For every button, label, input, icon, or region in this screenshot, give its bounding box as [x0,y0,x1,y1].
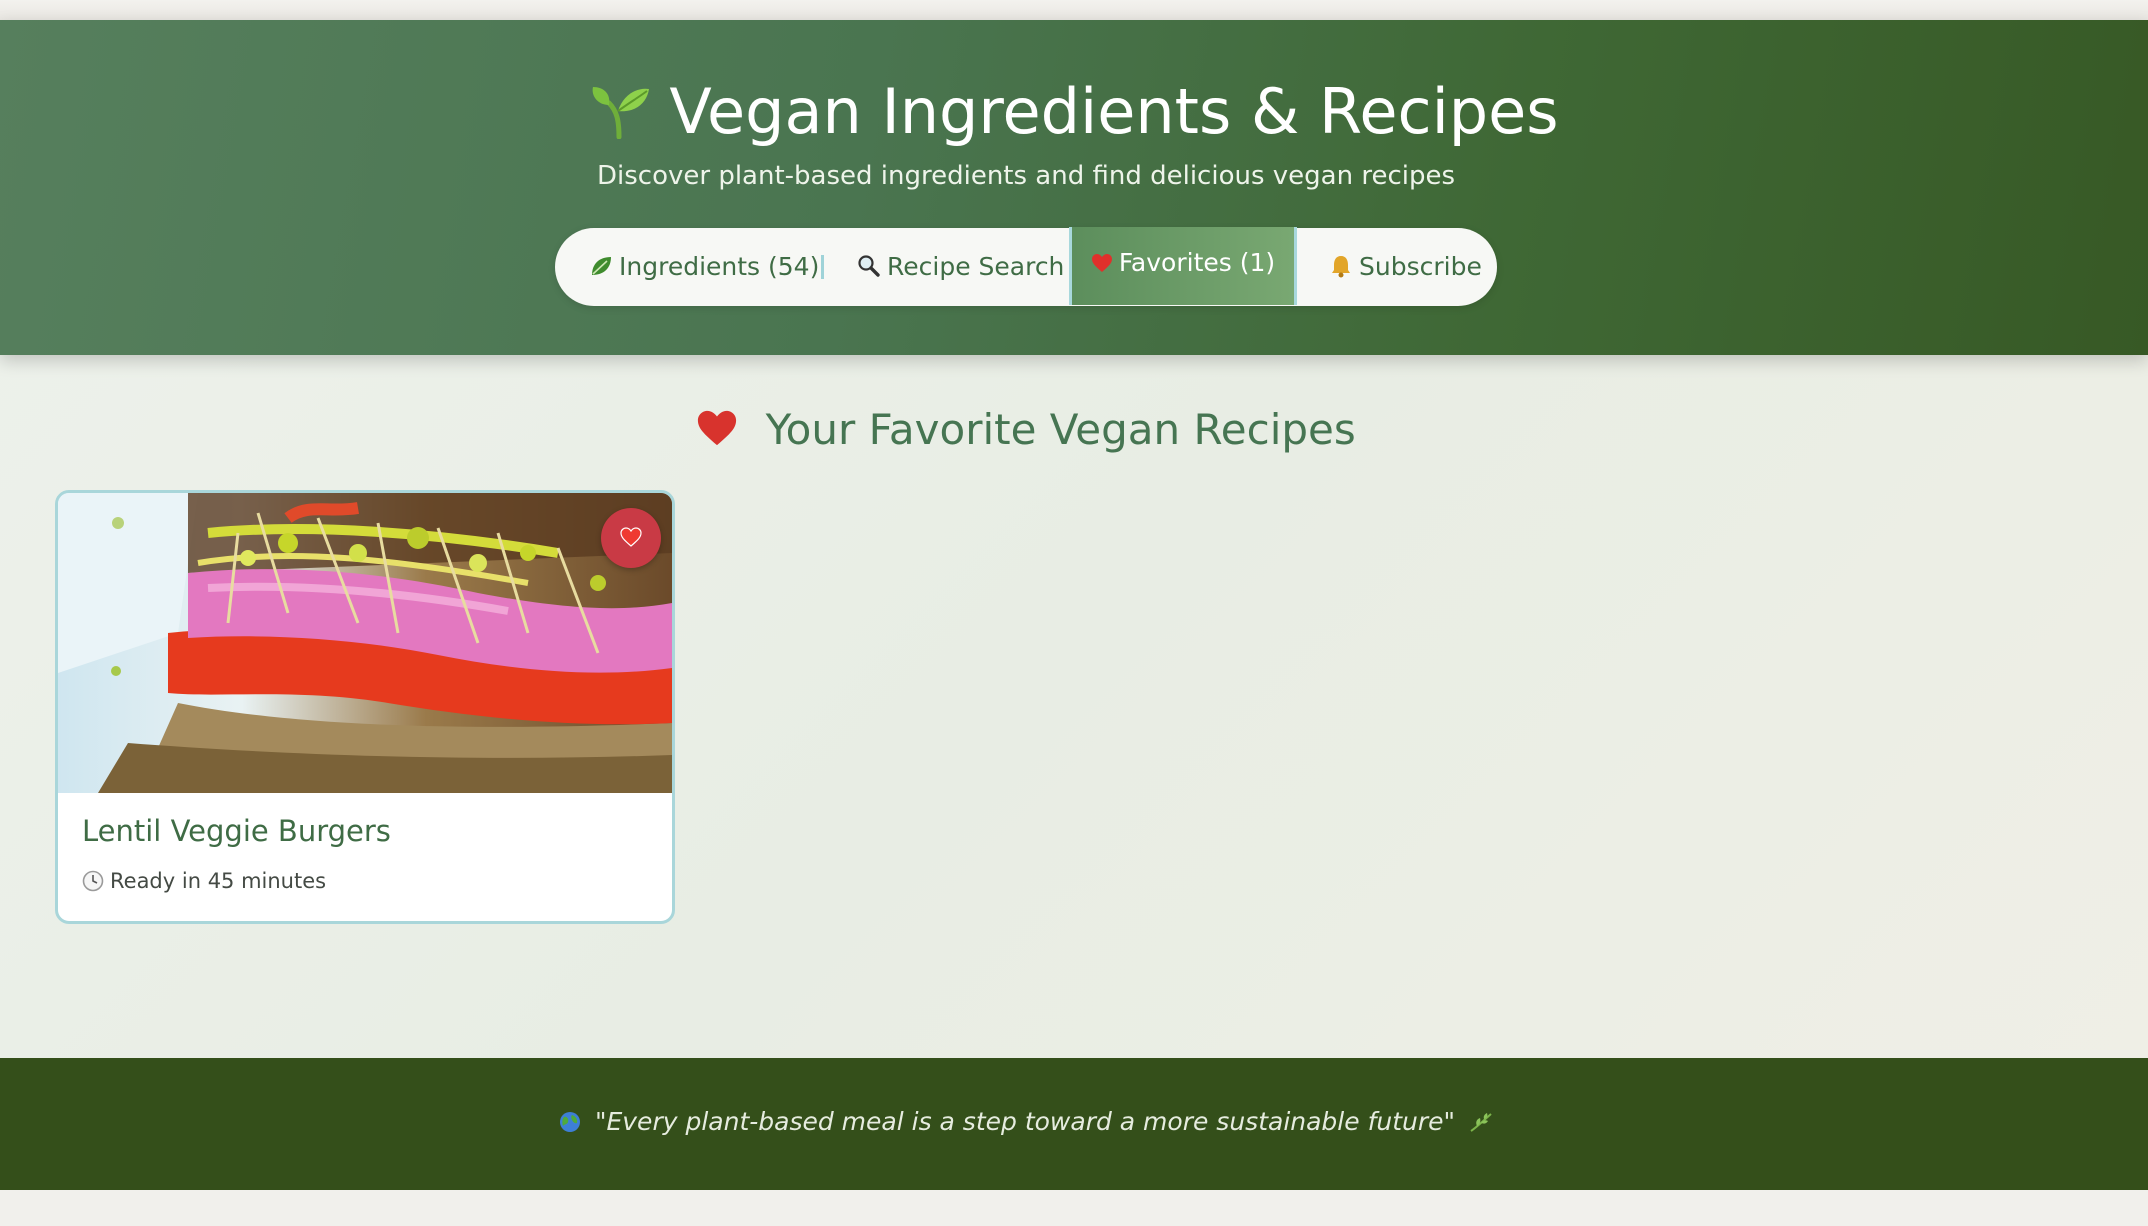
sprout-icon [589,72,651,152]
main-nav: Ingredients (54) Recipe Search Favorites… [555,227,1497,306]
heart-icon [620,525,642,550]
footer-quote-text: "Every plant-based meal is a step toward… [594,1107,1456,1136]
section-title: Your Favorite Vegan Recipes [0,396,2052,464]
footer-quote: "Every plant-based meal is a step toward… [0,1102,2052,1143]
bell-icon [1327,230,1355,308]
recipe-title[interactable]: Lentil Veggie Burgers [82,811,391,851]
leaf-icon [587,230,615,308]
nav-divider [821,255,824,279]
favorite-toggle-button[interactable] [601,508,661,568]
tab-favorites-label: Favorites (1) [1118,248,1276,277]
magnifier-icon [855,230,883,308]
site-header: Vegan Ingredients & Recipes Discover pla… [0,20,2148,355]
recipe-card[interactable]: Lentil Veggie Burgers Ready in 45 minute… [55,490,675,924]
herb-icon [1463,1111,1493,1135]
tab-subscribe[interactable]: Subscribe [1327,228,1482,306]
recipe-ready-time-text: Ready in 45 minutes [110,869,327,893]
site-footer: "Every plant-based meal is a step toward… [0,1058,2148,1190]
section-title-text: Your Favorite Vegan Recipes [765,405,1356,454]
tab-subscribe-label: Subscribe [1359,252,1482,281]
page-title: Vegan Ingredients & Recipes [0,72,2148,152]
bottom-strip [0,1190,2148,1226]
recipe-image[interactable] [58,493,672,793]
heart-icon [1091,229,1113,301]
tab-ingredients[interactable]: Ingredients (54) [587,228,819,306]
tab-favorites[interactable]: Favorites (1) [1069,227,1297,305]
recipe-ready-time: Ready in 45 minutes [82,865,326,897]
title-text: Vegan Ingredients & Recipes [669,75,1559,148]
page-subtitle: Discover plant-based ingredients and fin… [596,161,1456,191]
tab-recipe-search-label: Recipe Search [887,252,1065,281]
tab-ingredients-label: Ingredients (54) [619,252,820,281]
heart-icon [696,405,751,454]
clock-icon [82,865,104,897]
top-strip [0,0,2148,20]
tab-recipe-search[interactable]: Recipe Search [855,228,1064,306]
globe-icon [559,1111,587,1135]
